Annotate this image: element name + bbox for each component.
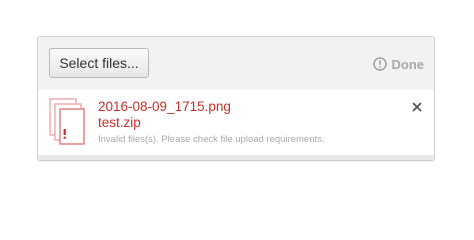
uploader-footer: [38, 155, 434, 160]
file-name: test.zip: [98, 115, 141, 130]
upload-toolbar: Select files... Done: [38, 37, 434, 91]
done-button[interactable]: Done: [372, 56, 425, 72]
close-icon[interactable]: [410, 100, 424, 114]
error-document-icon: [49, 98, 85, 145]
done-label: Done: [391, 56, 425, 72]
file-uploader: Select files... Done 2016-08-09_1715.png…: [37, 36, 435, 161]
select-files-button[interactable]: Select files...: [49, 48, 149, 78]
file-name: 2016-08-09_1715.png: [98, 99, 231, 114]
exclamation-circle-icon: [372, 57, 387, 71]
validation-error-message: Invalid files(s). Please check file uplo…: [98, 134, 325, 145]
file-list-item: 2016-08-09_1715.png test.zip Invalid fil…: [38, 90, 434, 154]
